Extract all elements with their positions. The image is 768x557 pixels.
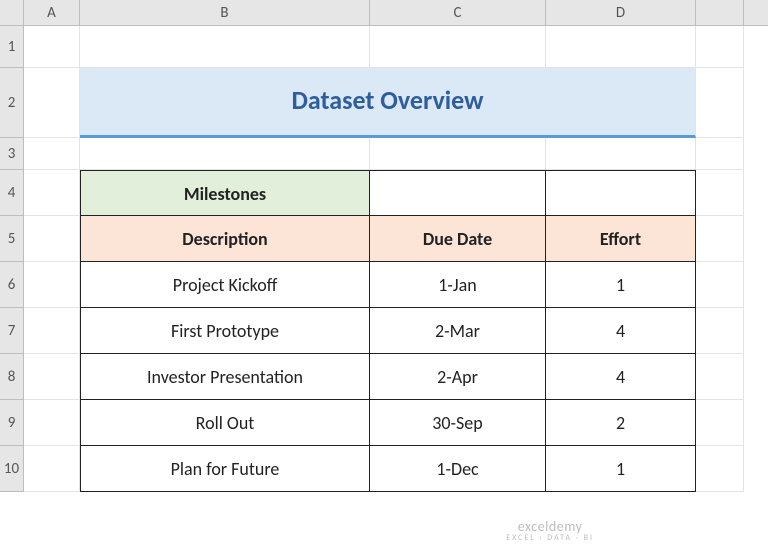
cell-E6[interactable] bbox=[696, 262, 744, 308]
cell-E1[interactable] bbox=[696, 26, 744, 68]
table-row[interactable]: 4 bbox=[546, 354, 696, 400]
row-header-4[interactable]: 4 bbox=[0, 170, 24, 216]
table-row[interactable]: 4 bbox=[546, 308, 696, 354]
table-row[interactable]: 2-Mar bbox=[370, 308, 546, 354]
cell-A9[interactable] bbox=[24, 400, 80, 446]
row-header-2[interactable]: 2 bbox=[0, 68, 24, 138]
table-row[interactable]: Plan for Future bbox=[80, 446, 370, 492]
header-effort[interactable]: Effort bbox=[546, 216, 696, 262]
col-header-C[interactable]: C bbox=[370, 0, 546, 25]
table-row[interactable]: 1 bbox=[546, 262, 696, 308]
table-row[interactable]: Investor Presentation bbox=[80, 354, 370, 400]
row-header-8[interactable]: 8 bbox=[0, 354, 24, 400]
row-header-3[interactable]: 3 bbox=[0, 138, 24, 170]
header-description[interactable]: Description bbox=[80, 216, 370, 262]
col-header-A[interactable]: A bbox=[24, 0, 80, 25]
milestones-header[interactable]: Milestones bbox=[80, 170, 370, 216]
watermark: exceldemy EXCEL · DATA · BI bbox=[506, 519, 594, 543]
col-header-D[interactable]: D bbox=[546, 0, 696, 25]
cell-D4[interactable] bbox=[546, 170, 696, 216]
cell-E9[interactable] bbox=[696, 400, 744, 446]
cell-E4[interactable] bbox=[696, 170, 744, 216]
cell-A1[interactable] bbox=[24, 26, 80, 68]
row-header-10[interactable]: 10 bbox=[0, 446, 24, 492]
cell-B3[interactable] bbox=[80, 138, 370, 170]
cell-A2[interactable] bbox=[24, 68, 80, 138]
row-header-9[interactable]: 9 bbox=[0, 400, 24, 446]
cell-A5[interactable] bbox=[24, 216, 80, 262]
table-row[interactable]: 1 bbox=[546, 446, 696, 492]
cell-A10[interactable] bbox=[24, 446, 80, 492]
table-row[interactable]: First Prototype bbox=[80, 308, 370, 354]
cell-E2[interactable] bbox=[696, 68, 744, 138]
col-header-E[interactable] bbox=[696, 0, 744, 25]
cell-E5[interactable] bbox=[696, 216, 744, 262]
cell-B1[interactable] bbox=[80, 26, 370, 68]
cell-A6[interactable] bbox=[24, 262, 80, 308]
watermark-tagline: EXCEL · DATA · BI bbox=[506, 534, 594, 543]
cell-A4[interactable] bbox=[24, 170, 80, 216]
col-header-B[interactable]: B bbox=[80, 0, 370, 25]
page-title: Dataset Overview bbox=[80, 68, 695, 133]
table-row[interactable]: 30-Sep bbox=[370, 400, 546, 446]
table-row[interactable]: 2 bbox=[546, 400, 696, 446]
spreadsheet: A B C D 1 2 3 4 5 6 7 8 9 10 bbox=[0, 0, 768, 557]
table-row[interactable]: 1-Dec bbox=[370, 446, 546, 492]
cell-D3[interactable] bbox=[546, 138, 696, 170]
cell-A7[interactable] bbox=[24, 308, 80, 354]
table-row[interactable]: Project Kickoff bbox=[80, 262, 370, 308]
row-header-1[interactable]: 1 bbox=[0, 26, 24, 68]
table-row[interactable]: 1-Jan bbox=[370, 262, 546, 308]
cell-E7[interactable] bbox=[696, 308, 744, 354]
row-header-5[interactable]: 5 bbox=[0, 216, 24, 262]
cell-A8[interactable] bbox=[24, 354, 80, 400]
header-due-date[interactable]: Due Date bbox=[370, 216, 546, 262]
cell-E3[interactable] bbox=[696, 138, 744, 170]
cell-C3[interactable] bbox=[370, 138, 546, 170]
title-cell[interactable]: Dataset Overview bbox=[80, 68, 696, 138]
cell-A3[interactable] bbox=[24, 138, 80, 170]
cell-C1[interactable] bbox=[370, 26, 546, 68]
select-all-corner[interactable] bbox=[0, 0, 24, 26]
cell-C4[interactable] bbox=[370, 170, 546, 216]
cell-E10[interactable] bbox=[696, 446, 744, 492]
cell-D1[interactable] bbox=[546, 26, 696, 68]
row-header-6[interactable]: 6 bbox=[0, 262, 24, 308]
table-row[interactable]: Roll Out bbox=[80, 400, 370, 446]
cell-E8[interactable] bbox=[696, 354, 744, 400]
watermark-brand: exceldemy bbox=[518, 518, 583, 535]
row-header-7[interactable]: 7 bbox=[0, 308, 24, 354]
table-row[interactable]: 2-Apr bbox=[370, 354, 546, 400]
